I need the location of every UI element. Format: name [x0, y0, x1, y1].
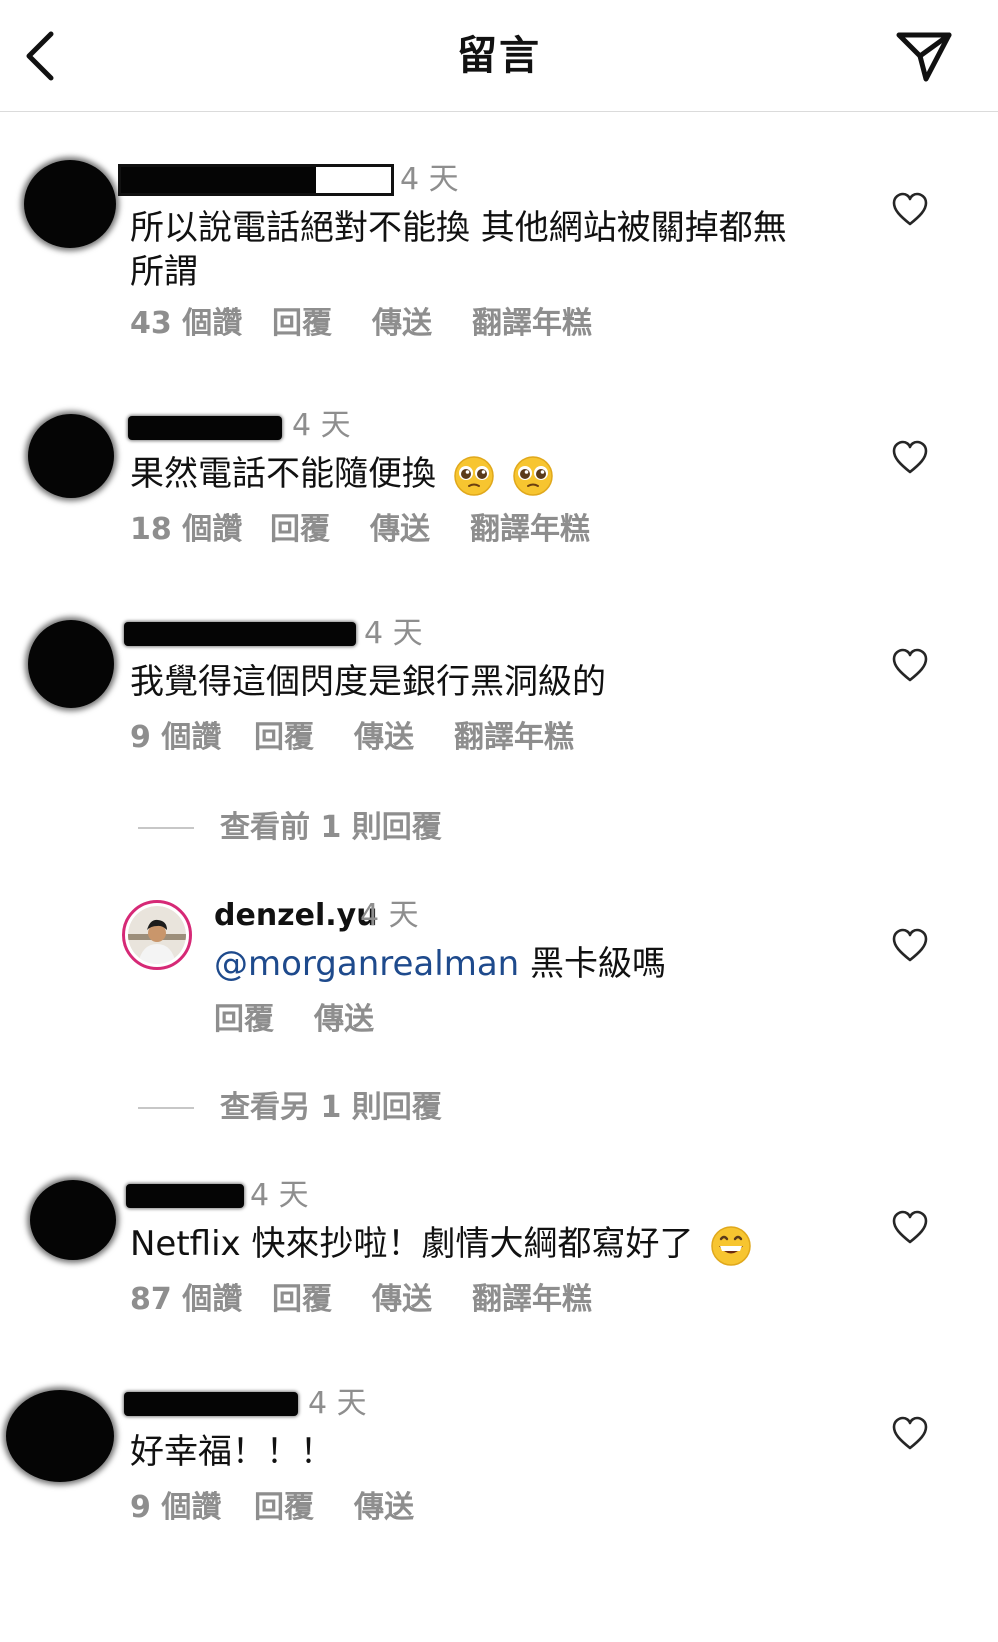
translate-button[interactable]: 翻譯年糕: [472, 1282, 592, 1318]
avatar[interactable]: [28, 414, 114, 498]
send-button[interactable]: 傳送: [354, 1490, 414, 1526]
username-redacted[interactable]: [126, 1184, 244, 1208]
pleading-face-emoji: [454, 455, 494, 496]
translate-button[interactable]: 翻譯年糕: [472, 306, 592, 342]
reply-button[interactable]: 回覆: [254, 1490, 354, 1526]
heart-icon[interactable]: [892, 192, 928, 228]
username-redacted[interactable]: [124, 1392, 298, 1416]
comment-time: 4 天: [292, 408, 351, 443]
reply-button[interactable]: 回覆: [254, 720, 354, 756]
mention-link[interactable]: @morganrealman: [214, 944, 519, 984]
likes-count[interactable]: 9 個讚: [130, 1490, 254, 1526]
comment-actions: 9 個讚 回覆 傳送: [130, 1490, 414, 1526]
comment-text: 我覺得這個閃度是銀行黑洞級的: [130, 662, 606, 702]
view-other-replies[interactable]: 查看另 1 則回覆: [138, 1090, 442, 1126]
avatar[interactable]: [122, 900, 192, 970]
send-button[interactable]: 傳送: [314, 1002, 374, 1038]
reply-button[interactable]: 回覆: [272, 306, 372, 342]
comment-actions: 43 個讚 回覆 傳送 翻譯年糕: [130, 306, 592, 342]
comment-text: 好幸福！！！: [130, 1432, 334, 1472]
share-button[interactable]: [892, 26, 956, 86]
heart-icon[interactable]: [892, 440, 928, 476]
username-redacted[interactable]: [124, 622, 356, 646]
likes-count[interactable]: 9 個讚: [130, 720, 254, 756]
comment-time: 4 天: [250, 1178, 309, 1213]
avatar[interactable]: [6, 1390, 114, 1482]
comment-text: Netflix 快來抄啦！劇情大綱都寫好了: [130, 1222, 850, 1267]
reply-time: 4 天: [360, 898, 419, 933]
reply-username[interactable]: denzel.yu: [214, 898, 378, 934]
send-button[interactable]: 傳送: [372, 306, 472, 342]
comment-text: 所以說電話絕對不能換 其他網站被關掉都無所謂: [130, 208, 787, 292]
likes-count[interactable]: 87 個讚: [130, 1282, 272, 1318]
send-button[interactable]: 傳送: [354, 720, 454, 756]
view-other-label: 查看另 1 則回覆: [220, 1090, 442, 1125]
comment-time: 4 天: [308, 1386, 367, 1421]
translate-button[interactable]: 翻譯年糕: [454, 720, 574, 756]
reply-actions: 回覆 傳送: [214, 1002, 374, 1038]
send-button[interactable]: 傳送: [370, 512, 470, 548]
comment-actions: 87 個讚 回覆 傳送 翻譯年糕: [130, 1282, 592, 1318]
paper-plane-icon: [896, 32, 952, 82]
page-title: 留言: [457, 33, 541, 79]
avatar[interactable]: [24, 160, 116, 248]
comment-actions: 18 個讚 回覆 傳送 翻譯年糕: [130, 512, 590, 548]
view-previous-replies[interactable]: 查看前 1 則回覆: [138, 810, 442, 846]
comment-time: 4 天: [400, 162, 459, 197]
heart-icon[interactable]: [892, 1210, 928, 1246]
view-previous-label: 查看前 1 則回覆: [220, 810, 442, 845]
divider: [138, 827, 194, 829]
grinning-face-emoji: [711, 1225, 752, 1266]
reply-button[interactable]: 回覆: [272, 1282, 372, 1318]
comment-time: 4 天: [364, 616, 423, 651]
pleading-face-emoji: [512, 455, 553, 496]
avatar[interactable]: [30, 1180, 116, 1260]
comment-actions: 9 個讚 回覆 傳送 翻譯年糕: [130, 720, 574, 756]
likes-count[interactable]: 18 個讚: [130, 512, 270, 548]
reply-button[interactable]: 回覆: [270, 512, 370, 548]
top-bar: 留言: [0, 0, 998, 112]
likes-count[interactable]: 43 個讚: [130, 306, 272, 342]
username-redacted[interactable]: [128, 416, 282, 440]
heart-icon[interactable]: [892, 1416, 928, 1452]
comment-text: 果然電話不能隨便換: [130, 452, 830, 497]
translate-button[interactable]: 翻譯年糕: [470, 512, 590, 548]
send-button[interactable]: 傳送: [372, 1282, 472, 1318]
divider: [138, 1107, 194, 1109]
heart-icon[interactable]: [892, 928, 928, 964]
heart-icon[interactable]: [892, 648, 928, 684]
reply-button[interactable]: 回覆: [214, 1002, 314, 1038]
reply-text: @morganrealman 黑卡級嗎: [214, 944, 667, 984]
avatar[interactable]: [28, 620, 114, 708]
username-redacted[interactable]: [118, 164, 394, 196]
